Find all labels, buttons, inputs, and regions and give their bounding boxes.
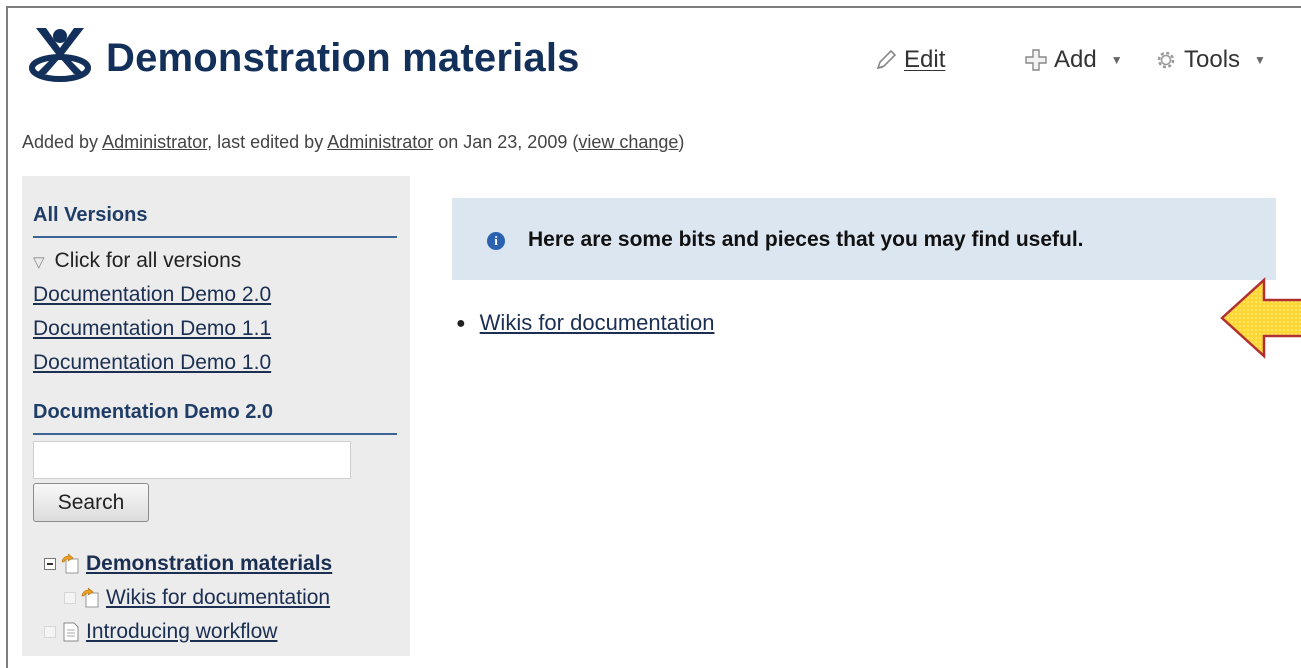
tree-link-current[interactable]: Demonstration materials <box>86 552 332 576</box>
all-versions-label: Click for all versions <box>54 249 242 272</box>
collapse-icon[interactable] <box>44 558 56 570</box>
bullet-icon: ● <box>456 315 466 332</box>
tools-label: Tools <box>1184 46 1241 73</box>
search-button[interactable]: Search <box>33 483 149 522</box>
page-title: Demonstration materials <box>106 36 580 80</box>
byline-text: Added by <box>22 132 103 152</box>
tree-link[interactable]: Wikis for documentation <box>106 586 330 610</box>
tree-item: Wikis for documentation <box>64 586 330 610</box>
editor-link[interactable]: Administrator <box>327 132 433 152</box>
sidebar: All Versions ▽ Click for all versions Doc… <box>22 176 410 656</box>
document-icon <box>63 622 79 642</box>
list-item-link[interactable]: Wikis for documentation <box>480 310 715 335</box>
tree-link[interactable]: Introducing workflow <box>86 620 277 644</box>
edit-button[interactable]: Edit <box>874 46 945 74</box>
chevron-down-icon: ▼ <box>1110 53 1123 67</box>
divider <box>33 433 397 435</box>
version-link-1-1[interactable]: Documentation Demo 1.1 <box>33 317 271 341</box>
version-link-2-0[interactable]: Documentation Demo 2.0 <box>33 283 271 307</box>
tree-item: Demonstration materials <box>44 552 332 576</box>
edit-label: Edit <box>904 46 946 73</box>
tree-leaf-marker <box>44 626 56 638</box>
author-link[interactable]: Administrator <box>102 132 207 152</box>
search-input[interactable] <box>33 441 351 479</box>
page-byline: Added by Administrator, last edited by A… <box>22 132 684 153</box>
page-icon <box>81 587 99 608</box>
left-arrow-icon <box>1220 277 1301 359</box>
byline-text: ) <box>678 132 685 152</box>
space-heading: Documentation Demo 2.0 <box>33 401 274 423</box>
byline-text: , last edited by <box>207 132 328 152</box>
tree-leaf-marker <box>64 592 76 604</box>
confluence-logo-icon <box>29 28 91 82</box>
chevron-down-icon: ▼ <box>1254 53 1266 67</box>
view-change-link[interactable]: view change <box>578 132 678 152</box>
info-icon: i <box>487 232 505 250</box>
add-menu-button[interactable]: Add ▼ <box>1024 46 1123 74</box>
tree-item: Introducing workflow <box>44 620 277 644</box>
gear-icon <box>1157 51 1175 69</box>
info-panel: i Here are some bits and pieces that you… <box>452 198 1276 280</box>
link-list: ● Wikis for documentation <box>456 310 714 336</box>
page-header: Demonstration materials Edit Add ▼ Tools… <box>22 14 1301 94</box>
version-link-1-0[interactable]: Documentation Demo 1.0 <box>33 351 271 375</box>
plus-icon <box>1025 49 1047 71</box>
tools-menu-button[interactable]: Tools ▼ <box>1154 46 1266 74</box>
byline-date: on Jan 23, 2009 ( <box>433 132 579 152</box>
add-label: Add <box>1054 46 1097 73</box>
page-icon <box>61 553 79 574</box>
all-versions-toggle[interactable]: ▽ Click for all versions <box>33 249 241 273</box>
divider <box>33 236 397 238</box>
triangle-down-icon: ▽ <box>33 254 45 271</box>
pencil-icon <box>876 49 897 70</box>
versions-heading: All Versions <box>33 204 148 226</box>
info-message: Here are some bits and pieces that you m… <box>528 228 1084 251</box>
